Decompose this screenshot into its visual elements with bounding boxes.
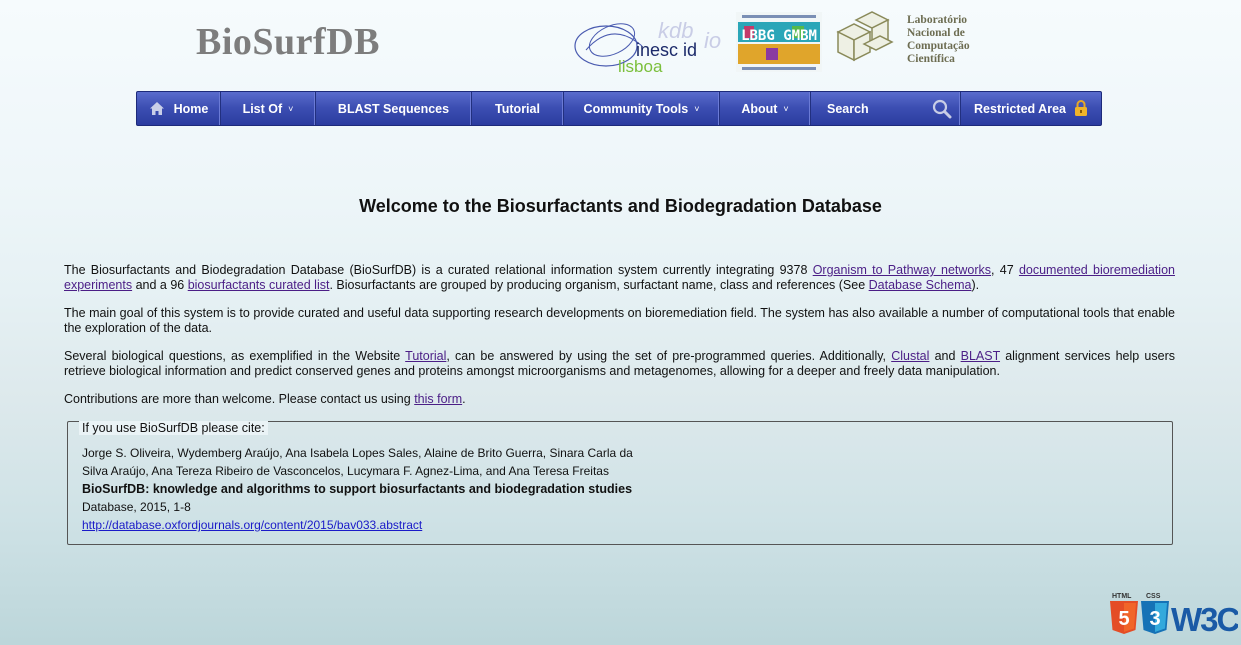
p3-text-1: Several biological questions, as exempli… xyxy=(64,349,406,363)
nav-home-label: Home xyxy=(173,101,209,116)
p1-text-3: and a 96 xyxy=(132,278,188,292)
svg-text:lisboa: lisboa xyxy=(618,57,663,74)
w3c-validation-badges[interactable]: HTML CSS 5 3 W3C xyxy=(1110,592,1238,636)
search-icon[interactable] xyxy=(932,99,952,119)
intro-paragraph-4: Contributions are more than welcome. Ple… xyxy=(64,392,1175,407)
link-contact-form[interactable]: this form xyxy=(414,392,462,406)
intro-paragraph-2: The main goal of this system is to provi… xyxy=(64,306,1175,335)
link-biosurfactants-curated-list[interactable]: biosurfactants curated list xyxy=(188,278,330,292)
svg-text:W3C: W3C xyxy=(1171,601,1238,636)
svg-text:CSS: CSS xyxy=(1146,593,1161,600)
lncc-logo-text[interactable]: Laboratório Nacional de Computação Cient… xyxy=(907,14,987,66)
svg-text:io: io xyxy=(704,28,721,53)
citation-title: BioSurfDB: knowledge and algorithms to s… xyxy=(82,482,633,496)
nav-search[interactable]: Search xyxy=(811,92,961,125)
citation-journal: Database, 2015, 1-8 xyxy=(82,500,191,514)
lncc-line-3: Computação xyxy=(907,40,970,52)
link-clustal[interactable]: Clustal xyxy=(891,349,929,363)
link-organism-pathway-networks[interactable]: Organism to Pathway networks xyxy=(813,263,991,277)
svg-text:HTML: HTML xyxy=(1112,593,1132,600)
nav-blast-label: BLAST Sequences xyxy=(337,101,450,116)
nav-tutorial[interactable]: Tutorial xyxy=(472,92,564,125)
svg-text:LBBG GMBM: LBBG GMBM xyxy=(741,28,817,44)
nav-search-label: Search xyxy=(827,101,869,116)
link-blast[interactable]: BLAST xyxy=(961,349,1000,363)
citation-authors-line-1: Jorge S. Oliveira, Wydemberg Araújo, Ana… xyxy=(82,446,633,460)
home-icon xyxy=(149,102,164,115)
p4-text-1: Contributions are more than welcome. Ple… xyxy=(64,392,415,406)
citation-legend: If you use BioSurfDB please cite: xyxy=(79,421,268,435)
p3-text-3: and xyxy=(929,349,961,363)
inesc-id-lisboa-logo[interactable]: kdb io inesc id lisboa xyxy=(572,10,732,74)
intro-paragraph-3: Several biological questions, as exempli… xyxy=(64,349,1175,379)
nav-restricted-area[interactable]: Restricted Area xyxy=(961,92,1101,125)
citation-body: Jorge S. Oliveira, Wydemberg Araújo, Ana… xyxy=(82,444,662,534)
link-tutorial[interactable]: Tutorial xyxy=(405,349,446,363)
lock-icon xyxy=(1074,100,1087,116)
site-header: BioSurfDB kdb io inesc id lisboa LBBG GM… xyxy=(0,0,1241,85)
chevron-down-icon: ˅ xyxy=(694,103,700,114)
p1-text-5: ). xyxy=(971,278,980,292)
main-navbar: Home List Of ˅ BLAST Sequences Tutorial … xyxy=(136,91,1102,126)
intro-content: The Biosurfactants and Biodegradation Da… xyxy=(64,263,1175,420)
svg-text:5: 5 xyxy=(1118,608,1129,630)
site-logo[interactable]: BioSurfDB xyxy=(196,20,380,64)
p4-text-2: . xyxy=(462,392,466,406)
p1-text-2: , 47 xyxy=(991,263,1019,277)
lncc-line-1: Laboratório xyxy=(907,14,968,26)
lncc-line-2: Nacional de xyxy=(907,27,965,39)
citation-box: If you use BioSurfDB please cite: Jorge … xyxy=(67,421,1173,545)
bbg-logo[interactable]: LBBG GMBM xyxy=(736,12,822,72)
lncc-cube-logo[interactable] xyxy=(830,10,896,70)
nav-list-of-label: List Of xyxy=(242,101,283,116)
nav-restricted-label: Restricted Area xyxy=(974,101,1066,116)
nav-home[interactable]: Home xyxy=(137,92,221,125)
nav-community-tools[interactable]: Community Tools ˅ xyxy=(564,92,720,125)
p3-text-2: , can be answered by using the set of pr… xyxy=(446,349,892,363)
chevron-down-icon: ˅ xyxy=(783,103,789,114)
nav-blast-sequences[interactable]: BLAST Sequences xyxy=(316,92,472,125)
nav-list-of[interactable]: List Of ˅ xyxy=(221,92,316,125)
nav-tutorial-label: Tutorial xyxy=(495,101,540,116)
page-title: Welcome to the Biosurfactants and Biodeg… xyxy=(359,196,882,217)
svg-text:3: 3 xyxy=(1149,608,1160,630)
chevron-down-icon: ˅ xyxy=(288,103,294,114)
intro-paragraph-1: The Biosurfactants and Biodegradation Da… xyxy=(64,263,1175,293)
nav-about-label: About xyxy=(741,101,778,116)
citation-authors-line-2: Silva Araújo, Ana Tereza Ribeiro de Vasc… xyxy=(82,464,609,478)
citation-url-link[interactable]: http://database.oxfordjournals.org/conte… xyxy=(82,518,422,532)
lncc-line-4: Científica xyxy=(907,53,955,65)
nav-about[interactable]: About ˅ xyxy=(720,92,811,125)
nav-community-label: Community Tools xyxy=(583,101,689,116)
link-database-schema[interactable]: Database Schema xyxy=(869,278,972,292)
p1-text-1: The Biosurfactants and Biodegradation Da… xyxy=(64,263,813,277)
p1-text-4: . Biosurfactants are grouped by producin… xyxy=(329,278,869,292)
